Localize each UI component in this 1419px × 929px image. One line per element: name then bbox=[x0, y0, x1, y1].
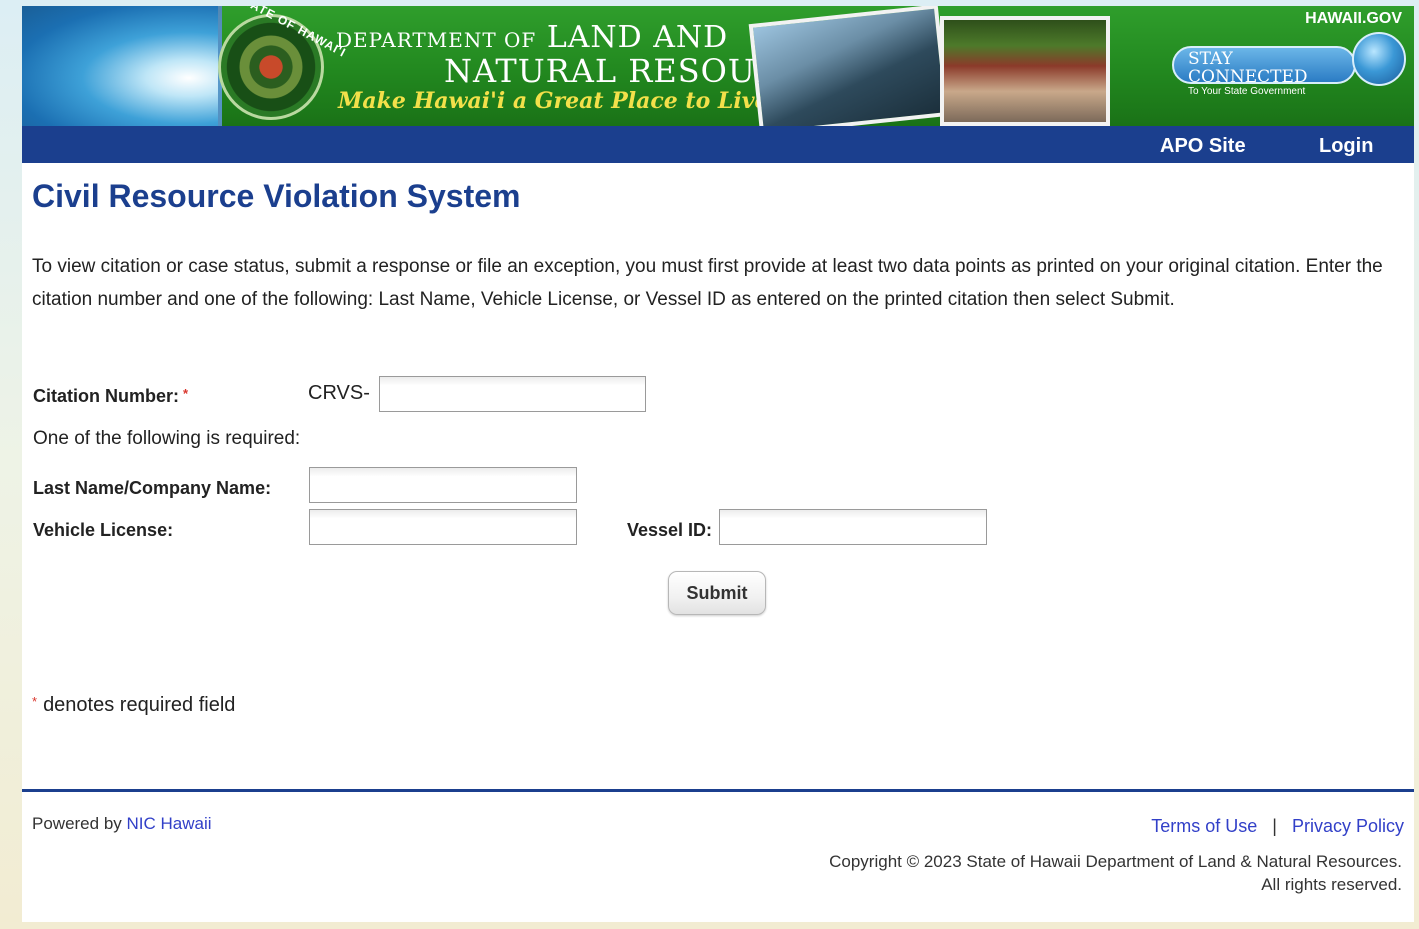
header-banner: STATE OF HAWAI'I DEPARTMENT OF LAND AND … bbox=[22, 6, 1414, 126]
apo-site-link[interactable]: APO Site bbox=[1160, 135, 1246, 158]
one-of-following-text: One of the following is required: bbox=[33, 428, 301, 449]
footer-divider bbox=[22, 789, 1414, 792]
stay-connected-title: STAY CONNECTED bbox=[1188, 49, 1308, 87]
last-name-label: Last Name/Company Name: bbox=[33, 478, 272, 498]
footer-separator: | bbox=[1272, 816, 1277, 836]
harbor-photo bbox=[748, 6, 950, 126]
terms-of-use-link[interactable]: Terms of Use bbox=[1151, 816, 1257, 836]
vehicle-license-label: Vehicle License: bbox=[33, 520, 174, 540]
required-star: * bbox=[183, 386, 189, 401]
dept-line1: LAND AND bbox=[546, 20, 729, 55]
required-field-note: * denotes required field bbox=[32, 694, 236, 716]
vessel-id-input[interactable] bbox=[719, 509, 987, 545]
stay-connected-subtitle: To Your State Government bbox=[1188, 86, 1306, 97]
wave-image bbox=[22, 6, 222, 126]
copyright-line1: Copyright © 2023 State of Hawaii Departm… bbox=[829, 852, 1402, 871]
copyright-line2: All rights reserved. bbox=[1261, 875, 1402, 894]
building-photo bbox=[940, 16, 1110, 126]
dept-prefix: DEPARTMENT OF bbox=[336, 28, 537, 52]
powered-by: Powered by NIC Hawaii bbox=[32, 814, 212, 833]
citation-number-label: Citation Number: * bbox=[33, 386, 189, 406]
page-title: Civil Resource Violation System bbox=[32, 178, 521, 214]
nav-bar: APO Site Login bbox=[22, 126, 1414, 163]
nic-hawaii-link[interactable]: NIC Hawaii bbox=[127, 814, 212, 833]
motto: Make Hawai'i a Great Place to Live! bbox=[338, 88, 779, 114]
stay-connected-button[interactable]: STAY CONNECTED To Your State Government bbox=[1172, 46, 1356, 97]
citation-number-input[interactable] bbox=[379, 376, 646, 412]
vehicle-license-input[interactable] bbox=[309, 509, 577, 545]
copyright: Copyright © 2023 State of Hawaii Departm… bbox=[829, 850, 1402, 896]
intro-text: To view citation or case status, submit … bbox=[32, 256, 1383, 310]
vessel-id-label: Vessel ID: bbox=[627, 520, 713, 540]
footer-links: Terms of Use | Privacy Policy bbox=[1151, 816, 1404, 837]
citation-prefix: CRVS- bbox=[308, 382, 370, 404]
privacy-policy-link[interactable]: Privacy Policy bbox=[1292, 816, 1404, 836]
hawaii-gov-link[interactable]: HAWAII.GOV bbox=[1305, 10, 1402, 28]
required-star: * bbox=[32, 694, 38, 709]
login-link[interactable]: Login bbox=[1319, 135, 1373, 158]
submit-button[interactable]: Submit bbox=[668, 571, 766, 615]
last-name-input[interactable] bbox=[309, 467, 577, 503]
page-container: STATE OF HAWAI'I DEPARTMENT OF LAND AND … bbox=[22, 6, 1414, 922]
globe-icon bbox=[1352, 32, 1406, 86]
